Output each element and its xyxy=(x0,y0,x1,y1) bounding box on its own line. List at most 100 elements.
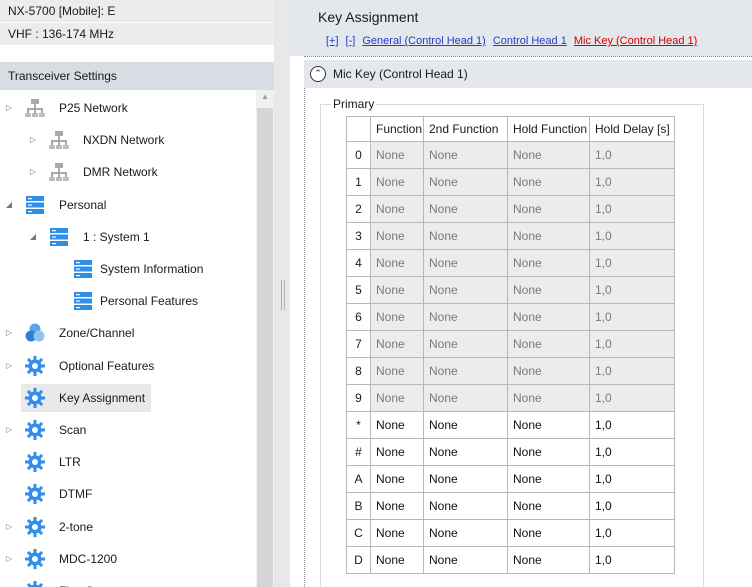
function-cell[interactable]: None xyxy=(370,546,424,574)
hold-delay-cell[interactable]: 1,0 xyxy=(589,276,675,304)
second-function-cell[interactable]: None xyxy=(423,330,508,358)
hold-function-cell[interactable]: None xyxy=(507,519,590,547)
hold-delay-cell[interactable]: 1,0 xyxy=(589,411,675,439)
second-function-cell[interactable]: None xyxy=(423,276,508,304)
hold-delay-cell[interactable]: 1,0 xyxy=(589,195,675,223)
collapsed-arrow-icon[interactable]: ▷ xyxy=(28,167,38,177)
second-function-cell[interactable]: None xyxy=(423,492,508,520)
collapsed-arrow-icon[interactable]: ▷ xyxy=(28,135,38,145)
second-function-cell[interactable]: None xyxy=(423,303,508,331)
hold-function-cell[interactable]: None xyxy=(507,411,590,439)
tree-item-scan[interactable]: ▷ Scan xyxy=(6,416,256,444)
tree-item-1-system-1[interactable]: ◢ 1 : System 1 xyxy=(30,223,256,251)
hold-delay-cell[interactable]: 1,0 xyxy=(589,492,675,520)
second-function-cell[interactable]: None xyxy=(423,438,508,466)
function-cell[interactable]: None xyxy=(370,141,424,169)
second-function-cell[interactable]: None xyxy=(423,141,508,169)
second-function-cell[interactable]: None xyxy=(423,168,508,196)
hold-delay-cell[interactable]: 1,0 xyxy=(589,465,675,493)
collapsed-arrow-icon[interactable]: ▷ xyxy=(4,425,14,435)
tree-item-key-assignment[interactable]: Key Assignment xyxy=(21,383,151,412)
hold-delay-cell[interactable]: 1,0 xyxy=(589,357,675,385)
hold-function-cell[interactable]: None xyxy=(507,141,590,169)
hold-function-cell[interactable]: None xyxy=(507,438,590,466)
hold-delay-cell[interactable]: 1,0 xyxy=(589,168,675,196)
hold-function-cell[interactable]: None xyxy=(507,276,590,304)
grid-column-header[interactable]: 2nd Function xyxy=(423,116,508,142)
hold-function-cell[interactable]: None xyxy=(507,330,590,358)
collapsed-arrow-icon[interactable]: ▷ xyxy=(4,554,14,564)
grid-column-header[interactable]: Hold Delay [s] xyxy=(589,116,675,142)
hold-function-cell[interactable]: None xyxy=(507,357,590,385)
hold-delay-cell[interactable]: 1,0 xyxy=(589,222,675,250)
second-function-cell[interactable]: None xyxy=(423,465,508,493)
hold-function-cell[interactable]: None xyxy=(507,195,590,223)
tree-item-optional-features[interactable]: ▷ Optional Features xyxy=(6,352,256,380)
hold-function-cell[interactable]: None xyxy=(507,384,590,412)
grid-column-header[interactable]: Hold Function xyxy=(507,116,590,142)
second-function-cell[interactable]: None xyxy=(423,546,508,574)
function-cell[interactable]: None xyxy=(370,195,424,223)
hold-delay-cell[interactable]: 1,0 xyxy=(589,303,675,331)
second-function-cell[interactable]: None xyxy=(423,222,508,250)
hold-function-cell[interactable]: None xyxy=(507,546,590,574)
hold-function-cell[interactable]: None xyxy=(507,303,590,331)
hold-delay-cell[interactable]: 1,0 xyxy=(589,519,675,547)
hold-function-cell[interactable]: None xyxy=(507,249,590,277)
collapsed-arrow-icon[interactable]: ▷ xyxy=(4,328,14,338)
collapsed-arrow-icon[interactable]: ▷ xyxy=(4,361,14,371)
second-function-cell[interactable]: None xyxy=(423,357,508,385)
panel-splitter[interactable] xyxy=(274,0,290,587)
tree-item-nxdn-network[interactable]: ▷ NXDN Network xyxy=(30,126,256,154)
hold-delay-cell[interactable]: 1,0 xyxy=(589,249,675,277)
hold-function-cell[interactable]: None xyxy=(507,465,590,493)
function-cell[interactable]: None xyxy=(370,249,424,277)
nav-link-1[interactable]: [+] xyxy=(326,35,339,47)
second-function-cell[interactable]: None xyxy=(423,195,508,223)
scroll-up-arrow-icon[interactable]: ▲ xyxy=(260,92,270,102)
hold-delay-cell[interactable]: 1,0 xyxy=(589,384,675,412)
expanded-arrow-icon[interactable]: ◢ xyxy=(4,200,14,210)
tree-item-dmr-network[interactable]: ▷ DMR Network xyxy=(30,158,256,186)
tree-item-dtmf[interactable]: DTMF xyxy=(21,480,256,508)
second-function-cell[interactable]: None xyxy=(423,249,508,277)
hold-delay-cell[interactable]: 1,0 xyxy=(589,330,675,358)
collapsed-arrow-icon[interactable]: ▷ xyxy=(4,103,14,113)
function-cell[interactable]: None xyxy=(370,384,424,412)
second-function-cell[interactable]: None xyxy=(423,519,508,547)
tree-item-mdc-1200[interactable]: ▷ MDC-1200 xyxy=(6,545,256,573)
hold-function-cell[interactable]: None xyxy=(507,222,590,250)
hold-delay-cell[interactable]: 1,0 xyxy=(589,438,675,466)
expanded-arrow-icon[interactable]: ◢ xyxy=(28,232,38,242)
tree-item-fleetsync[interactable]: ▷FleetSync xyxy=(6,577,256,587)
tree-item-p25-network[interactable]: ▷ P25 Network xyxy=(6,94,256,122)
nav-link-2[interactable]: [-] xyxy=(346,35,356,47)
tree-scrollbar[interactable]: ▲ xyxy=(256,90,274,587)
function-cell[interactable]: None xyxy=(370,276,424,304)
nav-link-3[interactable]: General (Control Head 1) xyxy=(362,35,486,47)
function-cell[interactable]: None xyxy=(370,330,424,358)
nav-link-5[interactable]: Mic Key (Control Head 1) xyxy=(574,35,698,47)
hold-delay-cell[interactable]: 1,0 xyxy=(589,141,675,169)
tree-item-zone-channel[interactable]: ▷ Zone/Channel xyxy=(6,319,256,347)
tree-item-ltr[interactable]: LTR xyxy=(21,448,256,476)
function-cell[interactable]: None xyxy=(370,519,424,547)
function-cell[interactable]: None xyxy=(370,438,424,466)
section-header[interactable]: ⌃ Mic Key (Control Head 1) xyxy=(304,60,752,88)
second-function-cell[interactable]: None xyxy=(423,384,508,412)
tree-item-system-information[interactable]: System Information xyxy=(69,255,256,283)
function-cell[interactable]: None xyxy=(370,303,424,331)
collapsed-arrow-icon[interactable]: ▷ xyxy=(4,522,14,532)
function-cell[interactable]: None xyxy=(370,465,424,493)
hold-delay-cell[interactable]: 1,0 xyxy=(589,546,675,574)
splitter-grip-icon[interactable] xyxy=(281,280,285,310)
tree-item-personal[interactable]: ◢ Personal xyxy=(6,191,256,219)
function-cell[interactable]: None xyxy=(370,357,424,385)
grid-column-header[interactable]: Function xyxy=(370,116,424,142)
tree-item-personal-features[interactable]: Personal Features xyxy=(69,287,256,315)
function-cell[interactable]: None xyxy=(370,411,424,439)
tree-item-2-tone[interactable]: ▷ 2-tone xyxy=(6,513,256,541)
nav-link-4[interactable]: Control Head 1 xyxy=(493,35,567,47)
second-function-cell[interactable]: None xyxy=(423,411,508,439)
hold-function-cell[interactable]: None xyxy=(507,168,590,196)
